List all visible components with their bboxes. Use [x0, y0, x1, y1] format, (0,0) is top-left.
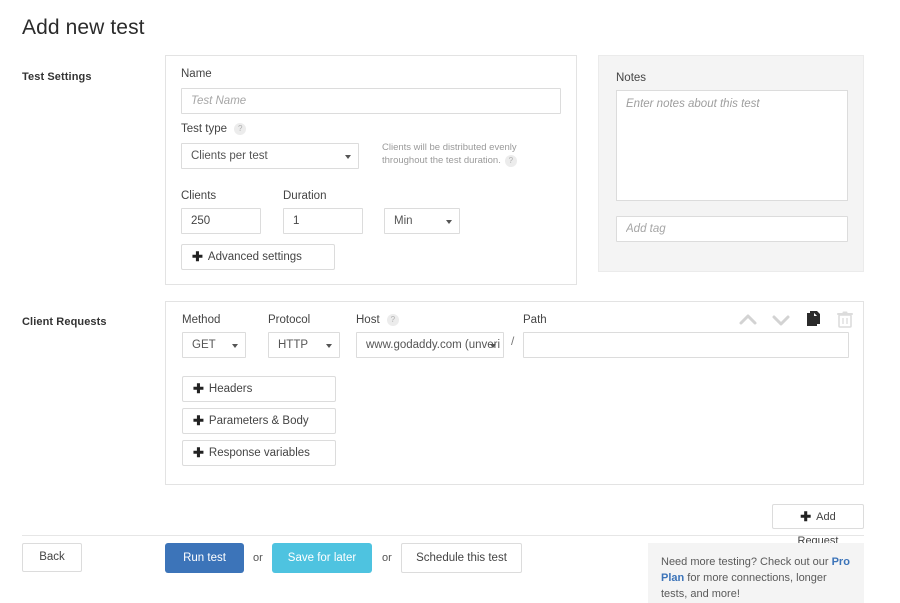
headers-label: Headers [208, 383, 253, 395]
run-test-button[interactable]: Run test [165, 543, 244, 573]
chevron-down-icon[interactable] [770, 310, 792, 330]
clients-field-label: Clients [181, 190, 217, 202]
trash-icon[interactable] [834, 310, 856, 330]
pro-plan-promo: Need more testing? Check out our Pro Pla… [648, 543, 864, 603]
chevron-up-icon[interactable] [737, 310, 759, 330]
chevron-down-icon [232, 344, 238, 348]
chevron-down-icon [446, 220, 452, 224]
notes-textarea[interactable] [616, 90, 848, 201]
response-variables-button[interactable]: ✚ Response variables [182, 440, 336, 466]
host-field-label: Host ? [356, 314, 399, 326]
headers-button[interactable]: ✚ Headers [182, 376, 336, 402]
promo-text-before: Need more testing? Check out our [661, 556, 832, 568]
duplicate-icon[interactable] [803, 310, 825, 330]
chevron-down-icon [326, 344, 332, 348]
help-icon[interactable]: ? [234, 123, 247, 135]
name-field-label: Name [181, 68, 212, 80]
test-type-label-text: Test type [181, 123, 228, 135]
duration-field-label: Duration [283, 190, 327, 202]
add-tag-input[interactable] [616, 216, 848, 242]
chevron-down-icon [490, 344, 496, 348]
clients-distribution-hint: Clients will be distributed evenly throu… [382, 141, 564, 167]
client-requests-panel: Method GET Protocol HTTP Host ? www.goda… [165, 301, 864, 485]
duration-unit-select[interactable]: Min [384, 208, 460, 234]
duration-input[interactable] [283, 208, 363, 234]
host-selected-value: www.godaddy.com (unveri [366, 339, 501, 351]
notes-field-label: Notes [616, 72, 647, 84]
section-label-test-settings: Test Settings [22, 71, 92, 83]
clients-distribution-hint-text: Clients will be distributed evenly throu… [382, 142, 517, 166]
section-label-client-requests: Client Requests [22, 316, 107, 328]
or-separator: or [253, 552, 263, 564]
page-title: Add new test [22, 16, 145, 39]
plus-icon: ✚ [193, 445, 204, 460]
protocol-select[interactable]: HTTP [268, 332, 340, 358]
protocol-field-label: Protocol [268, 314, 311, 326]
path-separator: / [511, 334, 515, 348]
bottom-divider [22, 535, 864, 536]
advanced-settings-button[interactable]: ✚ Advanced settings [181, 244, 335, 270]
or-separator: or [382, 552, 392, 564]
promo-text-after: for more connections, longer tests, and … [661, 572, 827, 600]
notes-panel: Notes [598, 55, 864, 272]
back-button[interactable]: Back [22, 543, 82, 572]
schedule-this-test-button[interactable]: Schedule this test [401, 543, 522, 573]
add-request-button[interactable]: ✚ Add Request [772, 504, 864, 547]
test-name-input[interactable] [181, 88, 561, 114]
help-icon[interactable]: ? [504, 155, 517, 167]
clients-input[interactable] [181, 208, 261, 234]
plus-icon: ✚ [800, 509, 812, 524]
add-new-test-page: Add new test Test Settings Name Test typ… [0, 0, 900, 603]
path-field-label: Path [523, 314, 547, 326]
host-label-text: Host [356, 314, 380, 326]
method-select[interactable]: GET [182, 332, 246, 358]
method-field-label: Method [182, 314, 221, 326]
test-settings-panel: Name Test type ? Clients per test Client… [165, 55, 577, 285]
save-for-later-button[interactable]: Save for later [272, 543, 372, 573]
path-input[interactable] [523, 332, 849, 358]
test-type-selected-value: Clients per test [191, 150, 268, 162]
parameters-body-button[interactable]: ✚ Parameters & Body [182, 408, 336, 434]
parameters-body-label: Parameters & Body [208, 415, 309, 427]
advanced-settings-label: Advanced settings [207, 251, 302, 263]
plus-icon: ✚ [193, 413, 204, 428]
response-variables-label: Response variables [208, 447, 310, 459]
plus-icon: ✚ [192, 249, 203, 264]
test-type-select[interactable]: Clients per test [181, 143, 359, 169]
chevron-down-icon [345, 155, 351, 159]
test-type-field-label: Test type ? [181, 123, 247, 135]
plus-icon: ✚ [193, 381, 204, 396]
host-select[interactable]: www.godaddy.com (unveri [356, 332, 504, 358]
help-icon[interactable]: ? [386, 314, 399, 326]
